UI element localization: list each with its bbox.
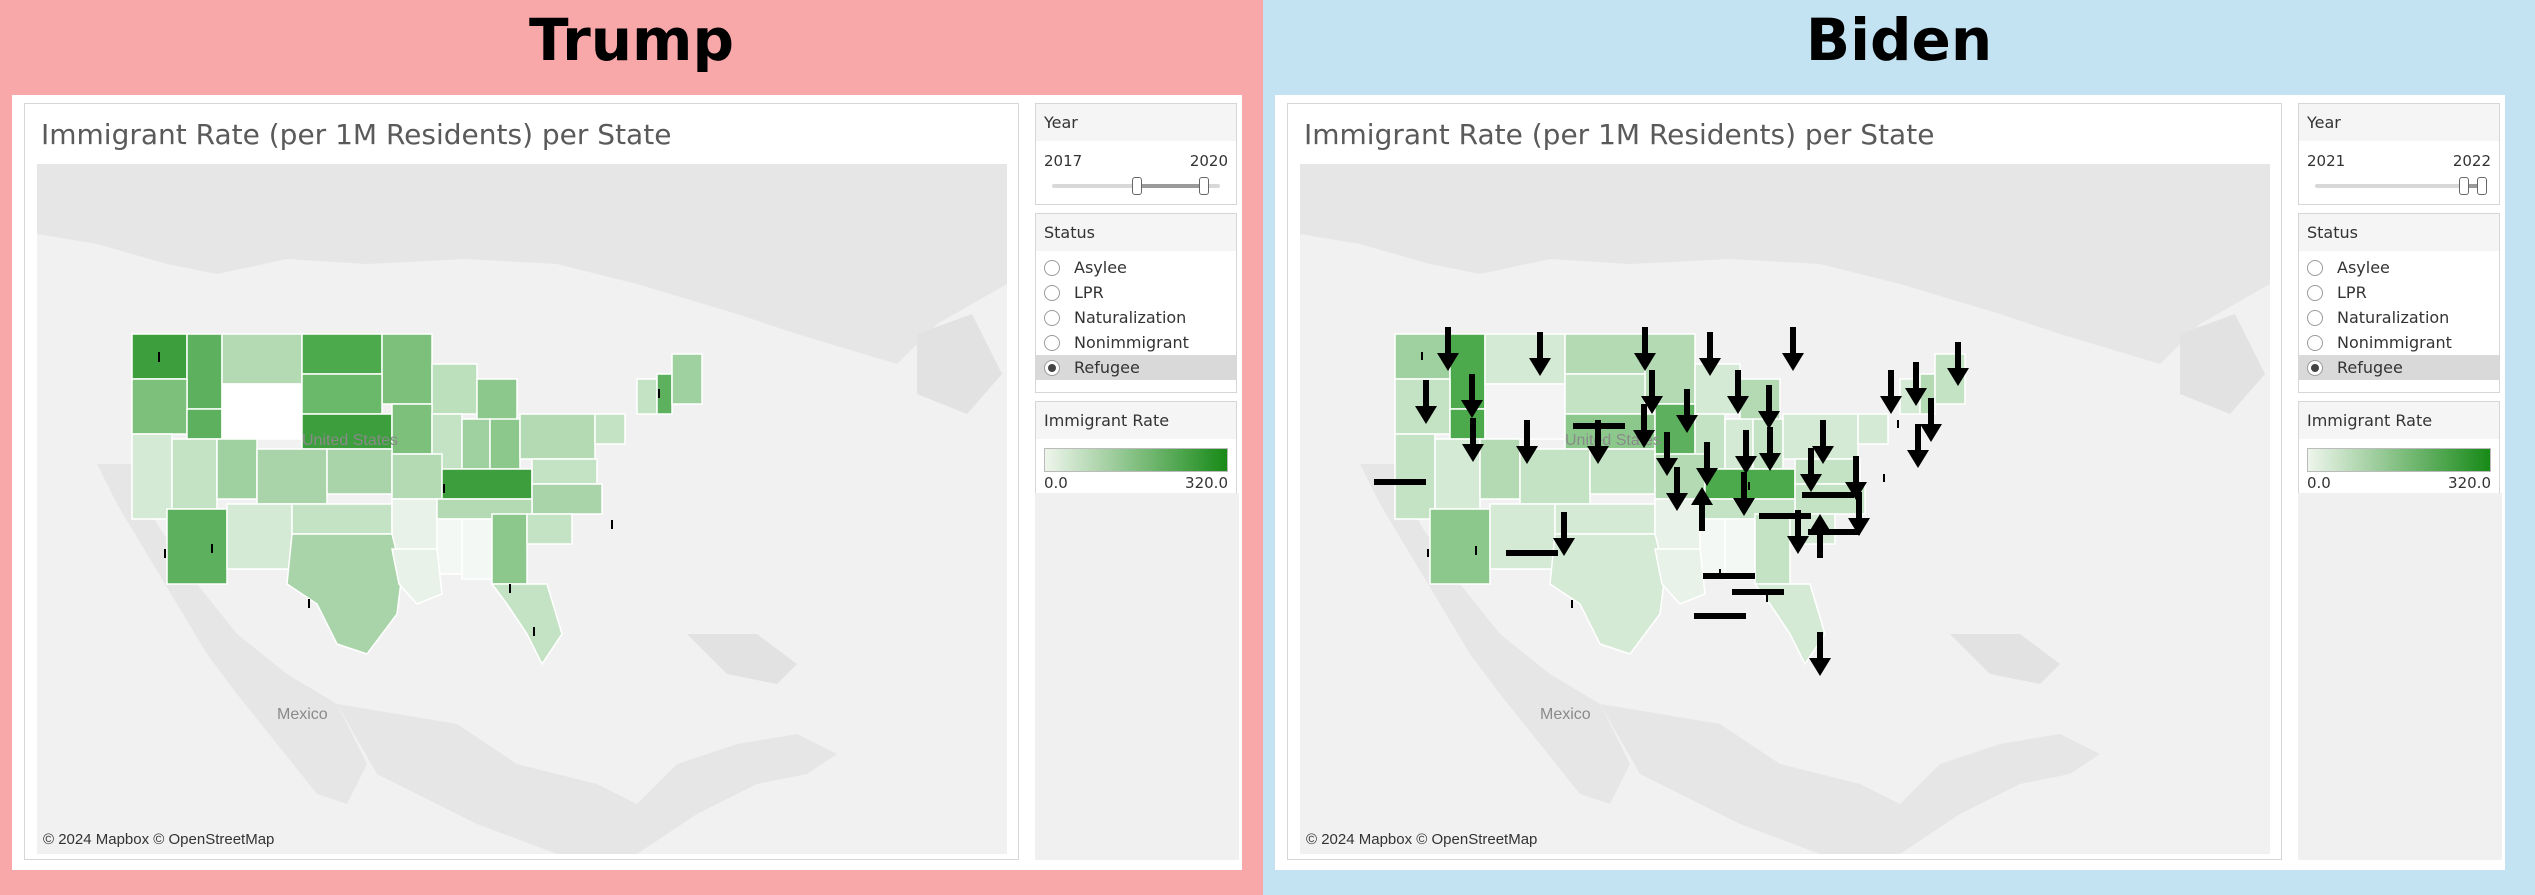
status-filter-title: Status: [2299, 214, 2499, 251]
map-svg[interactable]: United States Mexico: [37, 164, 1007, 854]
map-panel[interactable]: Immigrant Rate (per 1M Residents) per St…: [1287, 103, 2282, 860]
status-option-nonimmigrant[interactable]: Nonimmigrant: [1036, 330, 1236, 355]
mexico-label: Mexico: [277, 706, 328, 723]
radio-icon[interactable]: [2307, 309, 2323, 326]
map-panel[interactable]: Immigrant Rate (per 1M Residents) per St…: [24, 103, 1019, 860]
radio-icon[interactable]: [2307, 284, 2323, 301]
year-slider[interactable]: [1052, 177, 1220, 195]
status-option-naturalization[interactable]: Naturalization: [1036, 305, 1236, 330]
status-option-naturalization[interactable]: Naturalization: [2299, 305, 2499, 330]
legend-title: Immigrant Rate: [2299, 402, 2499, 439]
year-slider-end-handle[interactable]: [1199, 177, 1210, 195]
status-filter: Status Asylee LPR Naturalization Nonimmi…: [1035, 213, 1237, 393]
dashboard: Immigrant Rate (per 1M Residents) per St…: [1275, 95, 2505, 870]
status-option-asylee[interactable]: Asylee: [1036, 255, 1236, 280]
year-filter-title: Year: [2299, 104, 2499, 141]
choropleth-map[interactable]: United States Mexico © 2024 Mapbox © Ope…: [37, 164, 1007, 854]
year-slider-start-handle[interactable]: [2458, 177, 2469, 195]
year-slider-end-handle[interactable]: [2477, 177, 2487, 195]
radio-icon[interactable]: [1044, 334, 1060, 351]
year-max: 2020: [1189, 152, 1228, 170]
year-filter-title: Year: [1036, 104, 1236, 141]
legend-min: 0.0: [2307, 474, 2331, 492]
status-option-lpr[interactable]: LPR: [1036, 280, 1236, 305]
sidebar-blank: [2298, 493, 2502, 860]
biden-panel: Biden Immigrant Rate (per 1M Residents) …: [1263, 0, 2535, 895]
year-min: 2021: [2307, 152, 2346, 170]
status-filter: Status Asylee LPR Naturalization Nonimmi…: [2298, 213, 2500, 393]
year-max: 2022: [2452, 152, 2491, 170]
year-filter[interactable]: Year 2021 2022: [2298, 103, 2500, 205]
radio-icon[interactable]: [2307, 334, 2323, 351]
status-option-nonimmigrant[interactable]: Nonimmigrant: [2299, 330, 2499, 355]
color-legend: Immigrant Rate 0.0 320.0: [2298, 401, 2500, 497]
radio-icon[interactable]: [2307, 259, 2323, 276]
legend-gradient: [2307, 448, 2491, 472]
radio-icon[interactable]: [1044, 259, 1060, 276]
year-filter[interactable]: Year 2017 2020: [1035, 103, 1237, 205]
choropleth-map[interactable]: United States Mexico © 2024 Mapbox © Ope…: [1300, 164, 2270, 854]
radio-selected-icon[interactable]: [2307, 359, 2323, 376]
country-label: United States: [302, 432, 398, 449]
map-title: Immigrant Rate (per 1M Residents) per St…: [1304, 118, 1935, 151]
filters-sidebar: Year 2021 2022 Status Asylee LPR Natural…: [2298, 103, 2500, 505]
map-attribution[interactable]: © 2024 Mapbox © OpenStreetMap: [1306, 831, 1537, 848]
radio-icon[interactable]: [1044, 284, 1060, 301]
dashboard: Immigrant Rate (per 1M Residents) per St…: [12, 95, 1242, 870]
color-legend: Immigrant Rate 0.0 320.0: [1035, 401, 1237, 497]
sidebar-blank: [1035, 493, 1239, 860]
map-svg[interactable]: United States Mexico: [1300, 164, 2270, 854]
radio-selected-icon[interactable]: [1044, 359, 1060, 376]
legend-gradient: [1044, 448, 1228, 472]
map-title: Immigrant Rate (per 1M Residents) per St…: [41, 118, 672, 151]
trump-panel: Trump Immigrant Rate (per 1M Residents) …: [0, 0, 1263, 895]
status-option-refugee[interactable]: Refugee: [1036, 355, 1236, 380]
legend-max: 320.0: [1185, 474, 1228, 492]
map-attribution[interactable]: © 2024 Mapbox © OpenStreetMap: [43, 831, 274, 848]
year-slider[interactable]: [2315, 177, 2487, 195]
status-filter-title: Status: [1036, 214, 1236, 251]
filters-sidebar: Year 2017 2020 Status Asylee LPR Natural…: [1035, 103, 1237, 505]
legend-max: 320.0: [2448, 474, 2491, 492]
legend-title: Immigrant Rate: [1036, 402, 1236, 439]
status-option-lpr[interactable]: LPR: [2299, 280, 2499, 305]
panel-header: Trump: [528, 6, 735, 74]
mexico-label: Mexico: [1540, 706, 1591, 723]
status-option-asylee[interactable]: Asylee: [2299, 255, 2499, 280]
year-min: 2017: [1044, 152, 1083, 170]
status-option-refugee[interactable]: Refugee: [2299, 355, 2499, 380]
year-slider-start-handle[interactable]: [1132, 177, 1142, 195]
panel-header: Biden: [1805, 6, 1993, 74]
radio-icon[interactable]: [1044, 309, 1060, 326]
legend-min: 0.0: [1044, 474, 1068, 492]
